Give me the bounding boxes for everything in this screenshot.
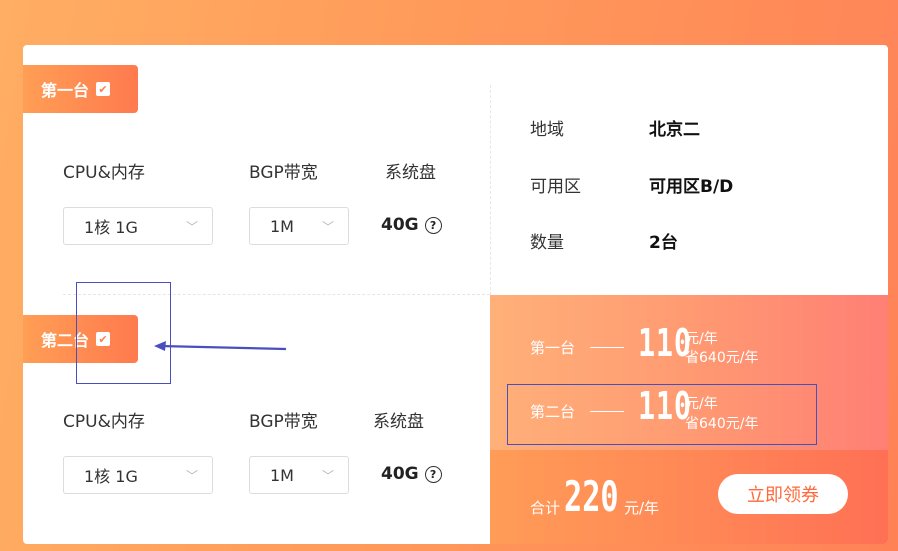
- help-icon[interactable]: ?: [424, 465, 442, 483]
- server2-disk-label: 系统盘: [373, 412, 424, 432]
- server2-cpu-label: CPU&内存: [63, 412, 145, 432]
- total-unit: 元/年: [624, 499, 660, 517]
- total-label: 合计: [530, 499, 561, 517]
- vertical-divider: [490, 85, 491, 295]
- server2-bw-value: 1M: [270, 465, 294, 485]
- server1-tag-label: 第一台: [41, 81, 90, 100]
- server1-disk-value: 40G: [381, 215, 419, 235]
- price1-unit: 元/年: [685, 331, 718, 347]
- chevron-down-icon: ﹀: [185, 219, 198, 234]
- server2-bw-select[interactable]: 1M ﹀: [249, 456, 349, 494]
- annotation-box-price: [507, 384, 817, 445]
- server2-disk-value: 40G: [381, 464, 419, 484]
- server1-cpu-select[interactable]: 1核 1G ﹀: [63, 207, 213, 245]
- arrow-left-icon: [154, 341, 287, 351]
- price1-name: 第一台: [530, 339, 576, 357]
- help-icon[interactable]: ?: [424, 216, 442, 234]
- server1-cpu-label: CPU&内存: [63, 163, 145, 183]
- server1-disk-label: 系统盘: [385, 163, 436, 183]
- price1-saving: 省640元/年: [685, 350, 759, 366]
- zone-value: 可用区B/D: [649, 177, 734, 197]
- server1-disk: 40G ?: [381, 215, 442, 235]
- total-panel: 合计 220 元/年 立即领券: [490, 450, 888, 544]
- quantity-value: 2台: [649, 233, 678, 253]
- price1-dash: [590, 347, 624, 348]
- quantity-label: 数量: [530, 233, 564, 253]
- total-amount: 220: [564, 472, 619, 521]
- server2-disk: 40G ?: [381, 464, 442, 484]
- check-icon: ✔: [96, 82, 111, 96]
- server2-cpu-value: 1核 1G: [84, 467, 138, 486]
- annotation-box-tag: [76, 282, 171, 384]
- chevron-down-icon: ﹀: [321, 468, 334, 483]
- chevron-down-icon: ﹀: [321, 219, 334, 234]
- server1-tag[interactable]: 第一台 ✔: [23, 65, 138, 113]
- server2-bw-label: BGP带宽: [249, 412, 318, 432]
- zone-label: 可用区: [530, 177, 581, 197]
- region-value: 北京二: [649, 120, 700, 140]
- price1-amount: 110: [638, 321, 692, 365]
- server1-bw-value: 1M: [270, 216, 294, 236]
- server2-cpu-select[interactable]: 1核 1G ﹀: [63, 456, 213, 494]
- claim-coupon-button[interactable]: 立即领券: [718, 474, 848, 514]
- server1-cpu-value: 1核 1G: [84, 218, 138, 237]
- server1-bw-label: BGP带宽: [249, 163, 318, 183]
- server1-bw-select[interactable]: 1M ﹀: [249, 207, 349, 245]
- chevron-down-icon: ﹀: [185, 468, 198, 483]
- region-label: 地域: [530, 120, 564, 140]
